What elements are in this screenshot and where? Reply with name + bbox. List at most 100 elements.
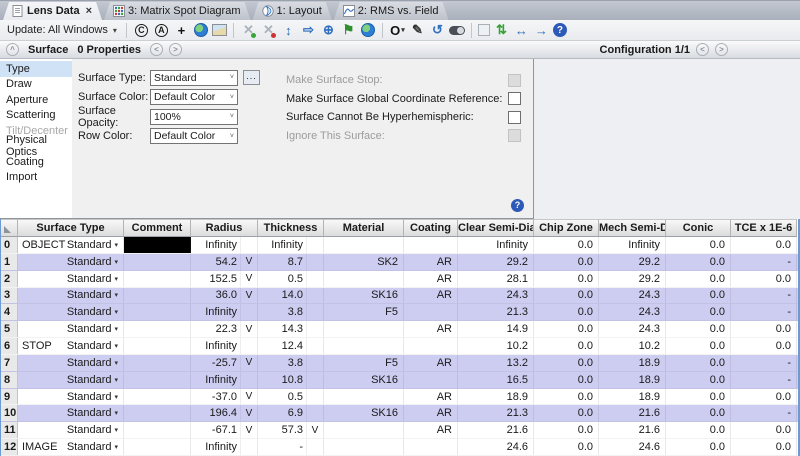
comment-cell[interactable] xyxy=(124,439,191,455)
material-cell[interactable] xyxy=(324,237,404,253)
mech-semi-dia-cell[interactable]: 21.6 xyxy=(599,422,666,438)
clear-semi-dia-cell[interactable]: 24.6 xyxy=(458,439,534,455)
mech-semi-dia-cell[interactable]: 18.9 xyxy=(599,372,666,388)
surface-color-dropdown[interactable]: Default Color˅ xyxy=(150,89,238,105)
surface-type-dropdown[interactable]: Standard▾ xyxy=(67,289,123,301)
material-cell[interactable] xyxy=(324,338,404,354)
coating-cell[interactable]: AR xyxy=(404,321,458,337)
row-number[interactable]: 6 xyxy=(1,338,18,354)
conic-cell[interactable]: 0.0 xyxy=(666,389,731,405)
mech-semi-dia-cell[interactable]: Infinity xyxy=(599,237,666,253)
row-number[interactable]: 1 xyxy=(1,254,18,270)
radius-cell[interactable]: 36.0V xyxy=(191,288,258,304)
clear-semi-dia-cell[interactable]: 21.3 xyxy=(458,405,534,421)
surface-type-dropdown[interactable]: Standard▾ xyxy=(67,374,123,386)
sidebar-item-draw[interactable]: Draw xyxy=(0,77,72,93)
close-icon[interactable]: × xyxy=(86,6,92,16)
thickness-cell[interactable]: 14.0 xyxy=(258,288,324,304)
tab-2-rms-vs-field[interactable]: 2: RMS vs. Field xyxy=(334,2,449,20)
radius-cell[interactable]: Infinity xyxy=(191,372,258,388)
comment-cell[interactable] xyxy=(124,355,191,371)
comment-cell[interactable] xyxy=(124,254,191,270)
comment-cell[interactable] xyxy=(124,405,191,421)
surface-type-dropdown[interactable]: Standard▾ xyxy=(67,407,123,419)
sidebar-item-scattering[interactable]: Scattering xyxy=(0,108,72,124)
coating-cell[interactable]: AR xyxy=(404,288,458,304)
radius-cell[interactable]: -25.7V xyxy=(191,355,258,371)
delete-surface-icon[interactable]: ✕ xyxy=(260,22,277,39)
flag-icon[interactable]: ⚑ xyxy=(340,22,357,39)
surface-type-cell[interactable]: Standard▾ xyxy=(18,372,124,388)
material-cell[interactable] xyxy=(324,321,404,337)
comment-cell[interactable] xyxy=(124,271,191,287)
thickness-cell[interactable]: 0.5 xyxy=(258,389,324,405)
row-color-dropdown[interactable]: Default Color˅ xyxy=(150,128,238,144)
clear-semi-dia-cell[interactable]: 28.1 xyxy=(458,271,534,287)
clear-semi-dia-cell[interactable]: 21.3 xyxy=(458,304,534,320)
clear-semi-dia-cell[interactable]: 10.2 xyxy=(458,338,534,354)
crosshair-icon[interactable]: + xyxy=(173,22,190,39)
conic-cell[interactable]: 0.0 xyxy=(666,288,731,304)
column-header-thickness[interactable]: Thickness xyxy=(258,219,324,237)
previous-surface-button[interactable]: < xyxy=(150,43,163,56)
surface-cannot-be-hyperhemispheric-checkbox[interactable] xyxy=(508,111,521,124)
column-header-mech-semi-d[interactable]: Mech Semi-D xyxy=(599,219,666,237)
radius-cell[interactable]: Infinity xyxy=(191,304,258,320)
surface-type-dropdown[interactable]: Standard▾ xyxy=(67,441,123,453)
row-number[interactable]: 2 xyxy=(1,271,18,287)
move-columns-icon[interactable]: ↔ xyxy=(513,22,530,39)
column-header-coating[interactable]: Coating xyxy=(404,219,458,237)
fold-mirror-icon[interactable]: ↕ xyxy=(280,22,297,39)
thickness-cell[interactable]: 14.3 xyxy=(258,321,324,337)
comment-cell[interactable] xyxy=(124,338,191,354)
surface-type-cell[interactable]: Standard▾ xyxy=(18,389,124,405)
conic-cell[interactable]: 0.0 xyxy=(666,405,731,421)
clear-semi-dia-cell[interactable]: 16.5 xyxy=(458,372,534,388)
surface-type-dropdown[interactable]: Standard▾ xyxy=(67,273,123,285)
mech-semi-dia-cell[interactable]: 29.2 xyxy=(599,254,666,270)
radius-cell[interactable]: 196.4V xyxy=(191,405,258,421)
row-number[interactable]: 3 xyxy=(1,288,18,304)
aperture-icon[interactable]: O▾ xyxy=(389,22,406,39)
scale-lens-icon[interactable]: ⊕ xyxy=(320,22,337,39)
material-cell[interactable]: SK2 xyxy=(324,254,404,270)
radius-cell[interactable]: 152.5V xyxy=(191,271,258,287)
surface-type-cell[interactable]: IMAGEStandard▾ xyxy=(18,439,124,455)
row-number[interactable]: 11 xyxy=(1,422,18,438)
tce-cell[interactable]: 0.0 xyxy=(731,321,797,337)
surface-type-dropdown[interactable]: Standard▾ xyxy=(67,256,123,268)
column-header-material[interactable]: Material xyxy=(324,219,404,237)
reverse-elements-icon[interactable]: ⇨ xyxy=(300,22,317,39)
radius-cell[interactable]: Infinity xyxy=(191,237,258,253)
material-cell[interactable]: SK16 xyxy=(324,372,404,388)
thickness-cell[interactable]: - xyxy=(258,439,324,455)
update-mode-dropdown[interactable]: Update: All Windows xyxy=(7,24,108,36)
clear-semi-dia-cell[interactable]: Infinity xyxy=(458,237,534,253)
checkbox-icon[interactable] xyxy=(478,24,490,36)
chip-zone-cell[interactable]: 0.0 xyxy=(534,355,599,371)
comment-cell[interactable] xyxy=(124,237,191,253)
thickness-cell[interactable]: 10.8 xyxy=(258,372,324,388)
edit-icon[interactable]: ✎ xyxy=(409,22,426,39)
mech-semi-dia-cell[interactable]: 21.6 xyxy=(599,405,666,421)
material-cell[interactable] xyxy=(324,439,404,455)
thickness-cell[interactable]: 12.4 xyxy=(258,338,324,354)
surface-type-cell[interactable]: Standard▾ xyxy=(18,254,124,270)
grid-corner-cell[interactable] xyxy=(1,219,18,237)
help-icon[interactable]: ? xyxy=(511,199,524,212)
comment-cell[interactable] xyxy=(124,422,191,438)
tce-cell[interactable]: - xyxy=(731,304,797,320)
coating-cell[interactable]: AR xyxy=(404,422,458,438)
radius-cell[interactable]: Infinity xyxy=(191,439,258,455)
material-cell[interactable]: F5 xyxy=(324,355,404,371)
material-cell[interactable]: SK16 xyxy=(324,405,404,421)
mech-semi-dia-cell[interactable]: 18.9 xyxy=(599,355,666,371)
conic-cell[interactable]: 0.0 xyxy=(666,254,731,270)
surface-type-dropdown[interactable]: Standard▾ xyxy=(67,357,123,369)
globe-icon[interactable] xyxy=(194,23,208,37)
comment-cell[interactable] xyxy=(124,389,191,405)
coating-cell[interactable] xyxy=(404,237,458,253)
material-cell[interactable] xyxy=(324,271,404,287)
make-surface-global-coordinate-reference-checkbox[interactable] xyxy=(508,92,521,105)
swap-rows-icon[interactable]: ⇅ xyxy=(493,22,510,39)
